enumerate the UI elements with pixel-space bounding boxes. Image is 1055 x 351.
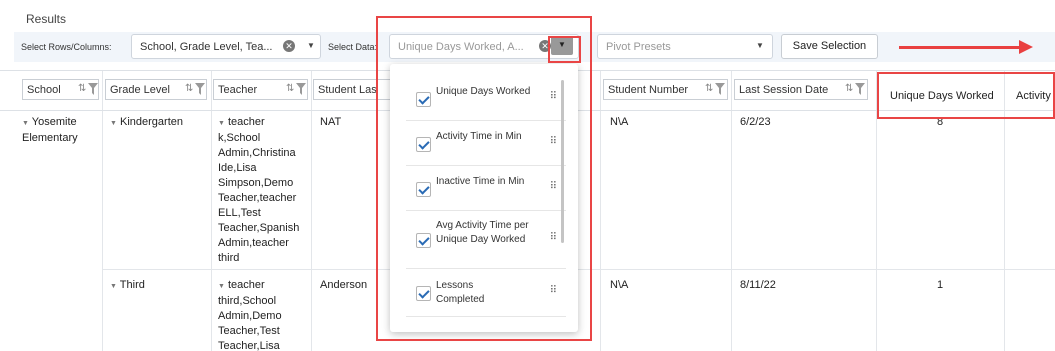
cell-unique-days-2: 1 <box>937 279 944 291</box>
cell-teacher-2[interactable]: ▼ teacher third,School Admin,Demo Teache… <box>218 278 306 351</box>
filter-icon[interactable] <box>88 83 98 95</box>
sort-icon[interactable]: ⇅ <box>185 83 193 94</box>
select-data-label: Select Data: <box>328 42 378 52</box>
column-header-teacher[interactable]: Teacher ⇅ <box>213 79 308 100</box>
sort-icon[interactable]: ⇅ <box>78 83 86 94</box>
filter-icon[interactable] <box>195 83 205 95</box>
cell-student-last-1: NAT <box>320 116 342 128</box>
clear-icon[interactable]: ✕ <box>283 40 295 52</box>
pivot-presets-select[interactable]: Pivot Presets ▼ <box>597 34 773 59</box>
rows-columns-label: Select Rows/Columns: <box>21 42 112 52</box>
sort-icon[interactable]: ⇅ <box>705 83 713 94</box>
cell-last-session-2: 8/11/22 <box>740 279 776 291</box>
column-header-last-session-date[interactable]: Last Session Date ⇅ <box>734 79 868 100</box>
chevron-down-icon[interactable]: ▼ <box>307 41 315 50</box>
arrow-right-icon <box>899 40 1033 54</box>
filter-icon[interactable] <box>855 83 865 95</box>
sort-icon[interactable]: ⇅ <box>845 83 853 94</box>
highlight-box-dropdown <box>376 16 592 341</box>
filter-icon[interactable] <box>715 83 725 95</box>
highlight-box-unique-days-column <box>877 72 1055 119</box>
save-selection-button[interactable]: Save Selection <box>781 34 878 59</box>
highlight-box-dropdown-button <box>548 36 581 63</box>
cell-student-number-1: N\A <box>610 116 629 128</box>
cell-teacher-1[interactable]: ▼ teacher k,School Admin,Christina Ide,L… <box>218 115 306 266</box>
column-header-school[interactable]: School ⇅ <box>22 79 99 100</box>
chevron-down-icon[interactable]: ▼ <box>756 41 764 50</box>
column-header-student-number[interactable]: Student Number ⇅ <box>603 79 728 100</box>
cell-school[interactable]: ▼ Yosemite Elementary <box>22 115 102 146</box>
cell-grade-kindergarten[interactable]: ▼ Kindergarten <box>110 115 183 131</box>
cell-student-last-2: Anderson <box>320 279 368 291</box>
sort-icon[interactable]: ⇅ <box>286 83 294 94</box>
cell-last-session-1: 6/2/23 <box>740 116 771 128</box>
filter-icon[interactable] <box>296 83 306 95</box>
rows-columns-select[interactable]: School, Grade Level, Tea... ✕ ▼ <box>131 34 321 59</box>
column-header-grade-level[interactable]: Grade Level ⇅ <box>105 79 207 100</box>
cell-student-number-2: N\A <box>610 279 629 291</box>
results-title: Results <box>26 12 67 26</box>
cell-grade-third[interactable]: ▼ Third <box>110 278 145 294</box>
